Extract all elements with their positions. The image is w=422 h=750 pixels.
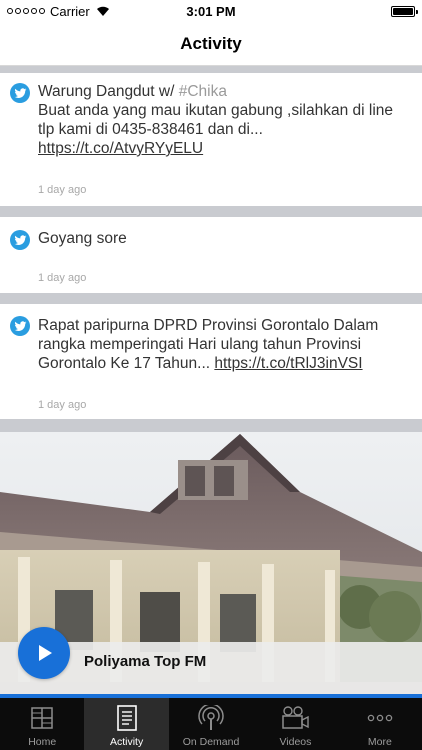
activity-doc-icon	[113, 704, 141, 732]
tab-activity[interactable]: Activity	[84, 698, 169, 750]
tab-label: On Demand	[182, 736, 240, 748]
timestamp: 1 day ago	[38, 272, 87, 284]
tweet-text: Warung Dangdut w/ #Chika Buat anda yang …	[38, 82, 403, 158]
tab-more[interactable]: More	[338, 698, 422, 750]
tab-label: Videos	[279, 736, 312, 748]
twitter-icon	[10, 83, 30, 103]
tab-on-demand[interactable]: On Demand	[169, 698, 253, 750]
play-icon	[39, 645, 52, 661]
twitter-icon	[10, 316, 30, 336]
page-title: Activity	[180, 33, 242, 53]
tweet-title: Warung Dangdut w/	[38, 83, 179, 100]
tweet-text: Goyang sore	[38, 229, 403, 248]
play-button[interactable]	[18, 627, 70, 679]
divider	[0, 419, 422, 432]
timestamp: 1 day ago	[38, 184, 87, 196]
podcast-icon	[197, 704, 225, 732]
status-time: 3:01 PM	[186, 3, 236, 19]
tab-label: More	[367, 736, 392, 748]
video-camera-icon	[281, 704, 310, 732]
tab-label: Activity	[109, 736, 144, 748]
hashtag-link[interactable]: #Chika	[179, 83, 227, 100]
list-item[interactable]: Warung Dangdut w/ #Chika Buat anda yang …	[0, 73, 422, 206]
list-item[interactable]: Goyang sore 1 day ago	[0, 217, 422, 293]
tweet-link[interactable]: https://t.co/AtvyRYyELU	[38, 140, 203, 157]
tab-label: Home	[28, 736, 57, 748]
navigation-bar: Activity	[0, 22, 422, 66]
divider	[0, 206, 422, 217]
more-dots-icon	[366, 704, 394, 732]
home-grid-icon	[28, 704, 56, 732]
status-bar: Carrier 3:01 PM	[0, 0, 422, 22]
twitter-icon	[10, 230, 30, 250]
timestamp: 1 day ago	[38, 399, 87, 411]
battery-icon	[391, 6, 418, 17]
divider	[0, 293, 422, 304]
tweet-text: Rapat paripurna DPRD Provinsi Gorontalo …	[38, 316, 403, 373]
tab-home[interactable]: Home	[0, 698, 84, 750]
tweet-link[interactable]: https://t.co/tRlJ3inVSI	[214, 355, 362, 372]
divider	[0, 66, 422, 73]
tab-bar: Home Activity On Demand Videos More	[0, 698, 422, 750]
tab-videos[interactable]: Videos	[253, 698, 337, 750]
tweet-body: Buat anda yang mau ikutan gabung ,silahk…	[38, 102, 394, 138]
tweet-title: Goyang sore	[38, 230, 127, 247]
station-name: Poliyama Top FM	[84, 653, 207, 670]
list-item[interactable]: Rapat paripurna DPRD Provinsi Gorontalo …	[0, 304, 422, 419]
